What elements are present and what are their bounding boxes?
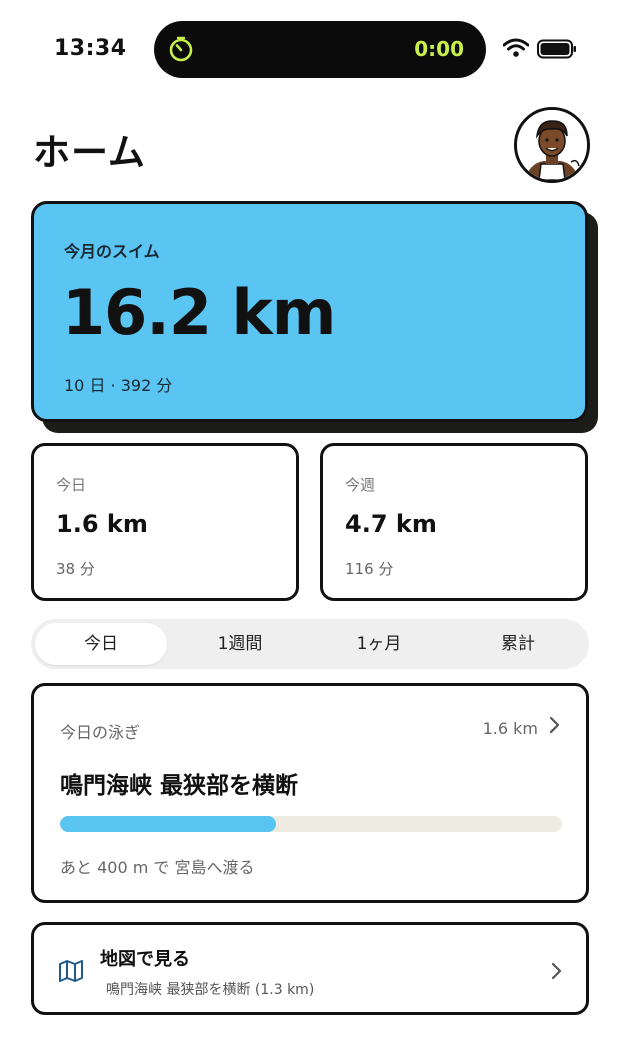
timer-text: 0:00	[414, 37, 464, 61]
today-stat-card[interactable]: 今日 1.6 km 38 分	[31, 443, 299, 601]
route-progress-bar	[60, 816, 562, 832]
week-duration: 116 分	[345, 560, 394, 578]
timer-icon	[169, 36, 193, 62]
avatar-illustration	[517, 110, 587, 180]
battery-icon	[537, 39, 576, 59]
chevron-right-icon	[551, 962, 562, 980]
route-title: 鳴門海峡 最狭部を横断	[60, 773, 299, 799]
map-icon	[59, 960, 83, 982]
avatar[interactable]	[514, 107, 590, 183]
map-button-title: 地図で見る	[100, 949, 190, 970]
page-title: ホーム	[33, 131, 146, 174]
month-swim-card[interactable]: 今月のスイム 16.2 km 10 日 · 392 分	[31, 201, 588, 422]
segment-month[interactable]: 1ヶ月	[313, 623, 445, 665]
week-stat-card[interactable]: 今週 4.7 km 116 分	[320, 443, 588, 601]
map-button-subtitle: 鳴門海峡 最狭部を横断 (1.3 km)	[106, 982, 315, 998]
week-label: 今週	[345, 476, 376, 494]
today-swim-card[interactable]: 今日の泳ぎ 1.6 km 鳴門海峡 最狭部を横断 あと 400 m で 宮島へ渡…	[31, 683, 589, 903]
status-bar: 13:34 0:00	[0, 0, 620, 100]
chevron-right-icon	[549, 716, 560, 734]
swim-card-distance: 1.6 km	[482, 719, 538, 738]
route-progress-fill	[60, 816, 276, 832]
period-segmented-control: 今日 1週間 1ヶ月 累計	[31, 619, 589, 669]
segment-week[interactable]: 1週間	[174, 623, 306, 665]
segment-today[interactable]: 今日	[35, 623, 167, 665]
wifi-icon	[503, 38, 529, 57]
month-distance: 16.2 km	[62, 276, 336, 349]
month-summary: 10 日 · 392 分	[64, 376, 173, 395]
status-time: 13:34	[54, 36, 127, 61]
week-distance: 4.7 km	[345, 510, 437, 538]
today-label: 今日	[56, 476, 87, 494]
today-distance: 1.6 km	[56, 510, 148, 538]
dynamic-island[interactable]: 0:00	[154, 21, 486, 78]
swim-card-label: 今日の泳ぎ	[60, 723, 141, 742]
view-map-button[interactable]: 地図で見る 鳴門海峡 最狭部を横断 (1.3 km)	[31, 922, 589, 1015]
month-label: 今月のスイム	[64, 242, 160, 261]
today-duration: 38 分	[56, 560, 95, 578]
segment-total[interactable]: 累計	[452, 623, 584, 665]
route-remaining-note: あと 400 m で 宮島へ渡る	[60, 858, 255, 877]
